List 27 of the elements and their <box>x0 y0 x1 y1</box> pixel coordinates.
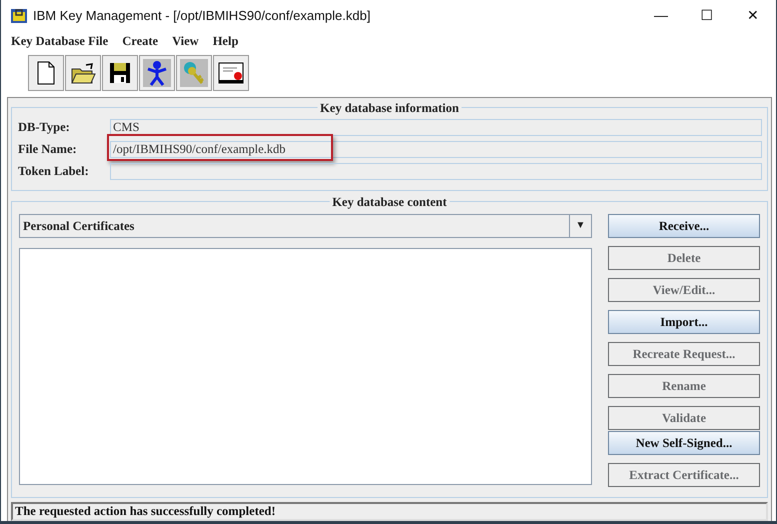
certificate-button[interactable] <box>213 55 249 92</box>
menu-item[interactable]: Help <box>212 32 238 50</box>
text-field[interactable] <box>110 162 762 180</box>
close-button[interactable]: ✕ <box>730 5 776 26</box>
field-label: Token Label: <box>17 162 90 180</box>
person-button[interactable] <box>139 55 175 92</box>
status-bar: The requested action has successfully completed! <box>11 502 768 521</box>
action-button[interactable]: Import... <box>608 310 760 334</box>
action-button[interactable]: Receive... <box>608 214 760 238</box>
minimize-button[interactable]: — <box>638 5 684 26</box>
person-icon <box>143 59 171 88</box>
floppy-disk-button[interactable] <box>102 55 138 92</box>
window-title: IBM Key Management - [/opt/IBMIHS90/conf/example.kdb] <box>33 7 370 26</box>
folder-button[interactable] <box>65 55 101 92</box>
field-label: File Name: <box>17 140 78 158</box>
action-button[interactable]: New Self-Signed... <box>608 431 760 455</box>
app-icon <box>11 8 27 23</box>
maximize-button[interactable]: ☐ <box>684 5 730 26</box>
menu-item[interactable]: Create <box>122 32 158 50</box>
menu-item[interactable]: Key Database File <box>11 32 108 50</box>
menu-item[interactable]: View <box>172 32 199 50</box>
text-field[interactable]: /opt/IBMIHS90/conf/example.kdb <box>110 140 762 158</box>
key-icon <box>180 59 208 88</box>
text-field[interactable]: CMS <box>110 118 762 136</box>
field-label: DB-Type: <box>17 118 71 136</box>
dropdown[interactable]: Personal Certificates ▼ <box>19 214 592 238</box>
document-button[interactable] <box>28 55 64 92</box>
